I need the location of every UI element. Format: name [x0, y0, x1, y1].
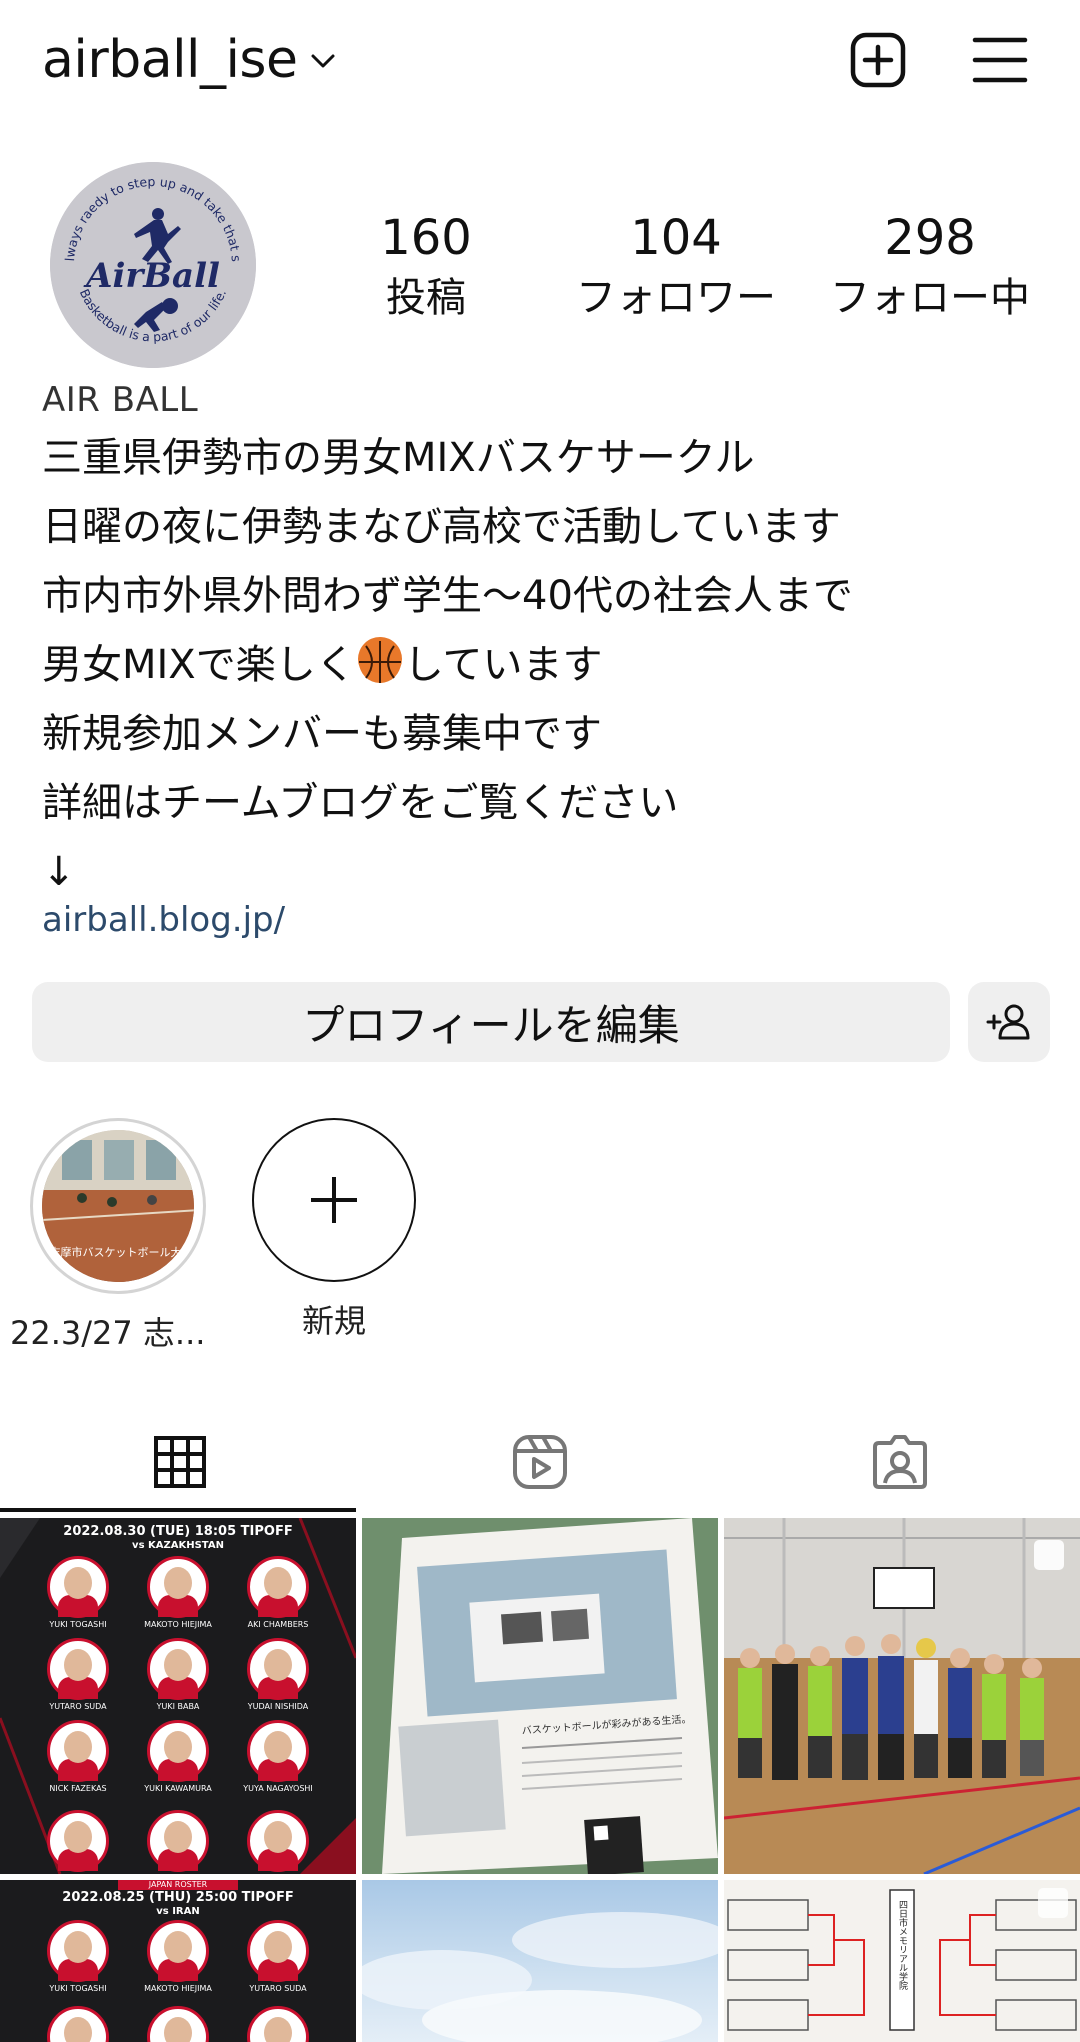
tab-reels[interactable] [360, 1410, 720, 1514]
player-name: YUKI KAWAMURA [144, 1784, 212, 1793]
top-bar: airball_ise [0, 0, 1080, 120]
roster-date: 2022.08.25 (THU) 25:00 TIPOFF [62, 1890, 294, 1905]
profile-avatar[interactable]: I'm always raedy to step up and take tha… [50, 162, 256, 368]
airball-logo: I'm always raedy to step up and take tha… [50, 162, 256, 368]
player-name: YUTARO SUDA [49, 1702, 107, 1711]
bio-line: 詳細はチームブログをご覧ください [42, 780, 679, 826]
player-name: MAKOTO HIEJIMA [144, 1620, 212, 1629]
bio-line-text: 男女MIXで楽しく [42, 642, 356, 688]
player-photo [147, 1556, 209, 1618]
discover-people-button[interactable] [968, 982, 1050, 1062]
bio-line: 男女MIXで楽しく しています [42, 631, 1042, 700]
highlight-ring: 志摩市バスケットボール大会 [30, 1118, 206, 1294]
player-photo [47, 1920, 109, 1982]
followers-stat[interactable]: 104 フォロワー [568, 210, 784, 326]
player-photo [247, 1810, 309, 1872]
plus-icon [311, 1177, 357, 1223]
new-highlight[interactable]: 新規 [252, 1118, 416, 1342]
active-tab-indicator [0, 1508, 356, 1512]
player-name: YUDAI NISHIDA [247, 1702, 309, 1711]
bio-line-suffix: しています [403, 642, 603, 688]
following-label: フォロー中 [830, 275, 1030, 321]
highlight-cover: 志摩市バスケットボール大会 [42, 1130, 194, 1282]
posts-count: 160 [380, 210, 472, 266]
story-highlight[interactable]: 志摩市バスケットボール大会 22.3/27 志... [10, 1118, 208, 1354]
post-thumbnail[interactable]: 四日市メモリアル学院 [724, 1880, 1080, 2042]
roster-banner: JAPAN ROSTER [118, 1880, 238, 1890]
player-photo [247, 1920, 309, 1982]
post-thumbnail[interactable]: JAPAN ROSTER 2022.08.25 (THU) 25:00 TIPO… [0, 1880, 356, 2042]
player-photo [147, 1810, 209, 1872]
player-photo [47, 1720, 109, 1782]
posts-stat[interactable]: 160 投稿 [344, 210, 508, 326]
player-photo [47, 1556, 109, 1618]
bio-line: ↓ [42, 849, 76, 895]
chevron-down-icon[interactable] [308, 46, 338, 76]
basketball-icon [357, 637, 402, 683]
post-thumbnail[interactable]: 2022.08.30 (TUE) 18:05 TIPOFF vs KAZAKHS… [0, 1518, 356, 1874]
posts-label: 投稿 [386, 275, 466, 321]
display-name: AIR BALL [42, 380, 199, 420]
tab-posts-grid[interactable] [0, 1410, 360, 1514]
bio: 三重県伊勢市の男女MIXバスケサークル 日曜の夜に伊勢まなび高校で活動しています… [42, 424, 1042, 907]
player-photo [247, 1556, 309, 1618]
player-photo [47, 2006, 109, 2042]
bio-line: 三重県伊勢市の男女MIXバスケサークル [42, 435, 755, 481]
followers-label: フォロワー [576, 275, 776, 321]
player-name: NICK FAZEKAS [49, 1784, 107, 1793]
player-photo [47, 1810, 109, 1872]
player-photo [247, 1638, 309, 1700]
player-photo [147, 1638, 209, 1700]
new-highlight-circle [252, 1118, 416, 1282]
roster-opponent: vs IRAN [156, 1906, 200, 1917]
player-name: MAKOTO HIEJIMA [144, 1984, 212, 1993]
bio-line: 新規参加メンバーも募集中です [42, 711, 602, 757]
highlight-label: 22.3/27 志... [10, 1314, 206, 1352]
bio-line: 日曜の夜に伊勢まなび高校で活動しています [42, 504, 841, 550]
post-thumbnail[interactable]: バスケットボールが彩みがある生活。 [362, 1518, 718, 1874]
reels-icon [513, 1435, 567, 1489]
roster-date: 2022.08.30 (TUE) 18:05 TIPOFF [63, 1524, 293, 1539]
player-name: YUYA NAGAYOSHI [243, 1784, 313, 1793]
player-photo [147, 2006, 209, 2042]
edit-profile-button[interactable]: プロフィールを編集 [32, 982, 950, 1062]
posts-grid: 2022.08.30 (TUE) 18:05 TIPOFF vs KAZAKHS… [0, 1518, 1080, 2042]
add-person-icon [986, 1004, 1030, 1040]
create-post-icon[interactable] [848, 30, 908, 90]
bio-line: 市内市外県外問わず学生〜40代の社会人まで [42, 573, 853, 619]
svg-text:AirBall: AirBall [83, 256, 220, 296]
player-photo [247, 2006, 309, 2042]
roster-opponent: vs KAZAKHSTAN [132, 1540, 224, 1551]
svg-text:志摩市バスケットボール大会: 志摩市バスケットボール大会 [50, 1245, 193, 1259]
player-name: YUKI TOGASHI [49, 1620, 107, 1629]
profile-link[interactable]: airball.blog.jp/ [42, 900, 285, 940]
player-name: YUKI BABA [156, 1702, 200, 1711]
menu-icon[interactable] [970, 30, 1030, 90]
player-name: AKI CHAMBERS [247, 1620, 309, 1629]
account-username[interactable]: airball_ise [42, 30, 298, 90]
following-count: 298 [884, 210, 976, 266]
new-highlight-label: 新規 [301, 1302, 366, 1340]
post-thumbnail[interactable] [724, 1518, 1080, 1874]
player-photo [47, 1638, 109, 1700]
post-thumbnail[interactable] [362, 1880, 718, 2042]
profile-tabs [0, 1410, 1080, 1514]
player-photo [147, 1920, 209, 1982]
player-name: YUTARO SUDA [249, 1984, 307, 1993]
following-stat[interactable]: 298 フォロー中 [818, 210, 1042, 326]
player-photo [247, 1720, 309, 1782]
grid-icon [154, 1436, 206, 1488]
svg-text:四日市メモリアル学院: 四日市メモリアル学院 [897, 1900, 908, 1991]
player-photo [147, 1720, 209, 1782]
tagged-person-icon [873, 1435, 927, 1489]
player-name: YUKI TOGASHI [49, 1984, 107, 1993]
tab-tagged[interactable] [720, 1410, 1080, 1514]
followers-count: 104 [630, 210, 722, 266]
